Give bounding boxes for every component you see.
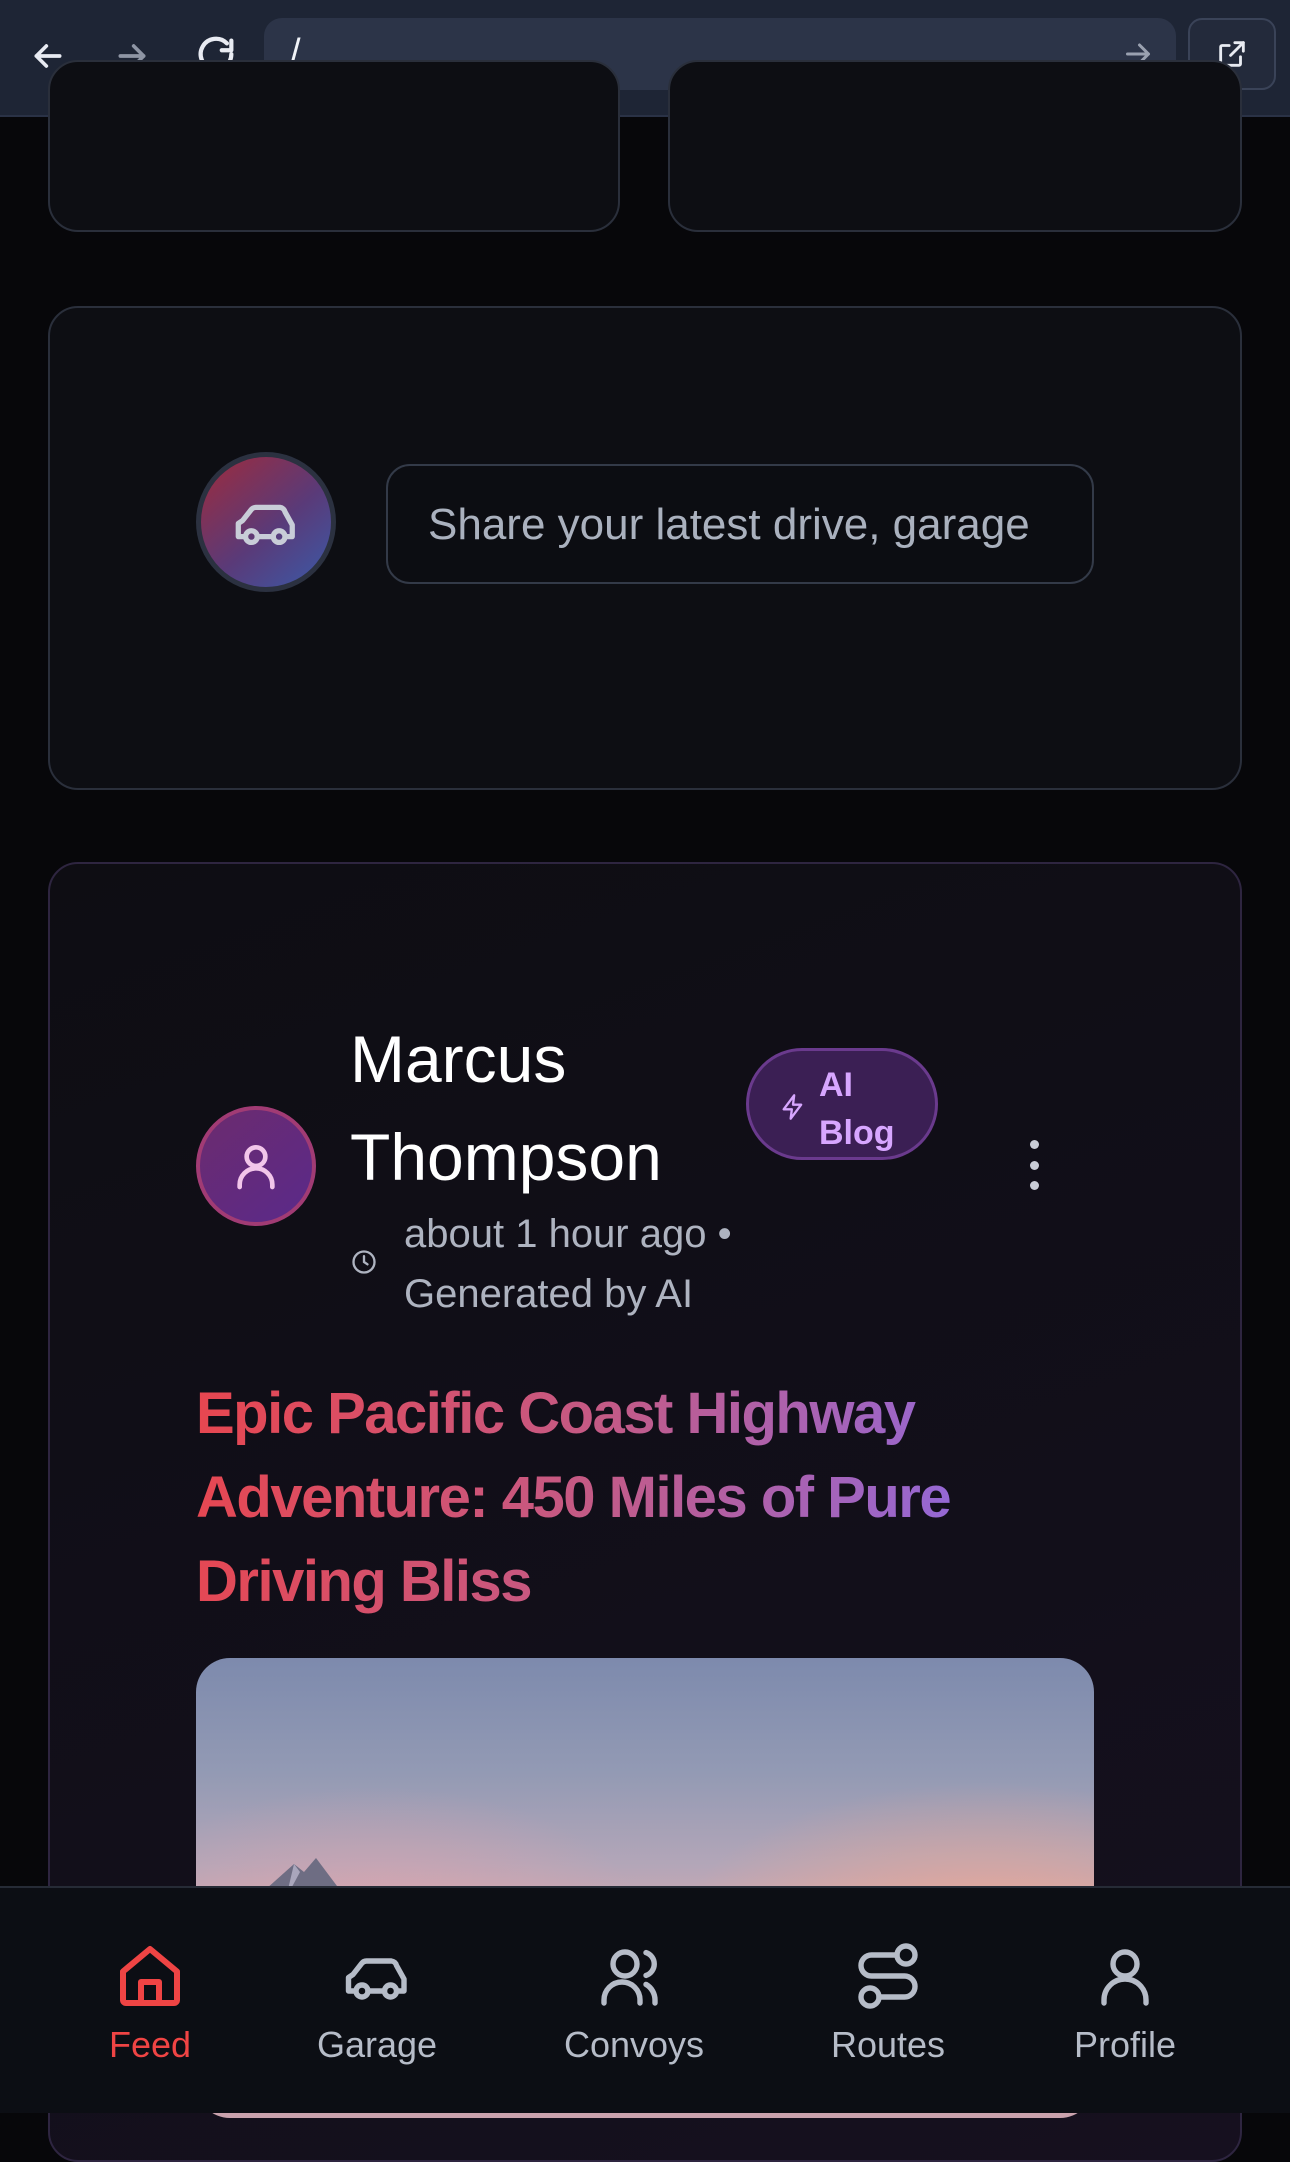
lightning-icon (782, 1094, 803, 1120)
user-icon (1101, 1949, 1149, 2006)
nav-label-garage: Garage (316, 2024, 438, 2065)
bottom-navigation: Feed Garage Convoys Routes Profile (0, 1886, 1290, 2113)
car-icon (235, 504, 295, 546)
nav-item-convoys[interactable]: Convoys (534, 1888, 734, 2113)
stat-card (668, 60, 1242, 232)
users-icon (601, 1949, 658, 2006)
composer-placeholder: Share your latest drive, garage (428, 500, 1030, 549)
composer-input[interactable]: Share your latest drive, garage (386, 464, 1094, 584)
author-avatar[interactable] (196, 1106, 316, 1226)
nav-label-feed: Feed (108, 2024, 192, 2065)
nav-label-routes: Routes (830, 2024, 946, 2065)
nav-item-feed[interactable]: Feed (50, 1888, 250, 2113)
nav-item-profile[interactable]: Profile (1025, 1888, 1225, 2113)
nav-label-profile: Profile (1073, 2024, 1177, 2065)
post-options-button[interactable] (1016, 1140, 1052, 1190)
nav-item-garage[interactable]: Garage (277, 1888, 477, 2113)
user-icon (237, 1145, 275, 1190)
clock-icon (352, 1250, 376, 1274)
composer-avatar (196, 452, 336, 592)
nav-label-convoys: Convoys (563, 2024, 705, 2065)
nav-item-routes[interactable]: Routes (788, 1888, 988, 2113)
home-icon (120, 1946, 180, 2006)
route-icon (858, 1943, 918, 2009)
post-title[interactable]: Epic Pacific Coast Highway Adventure: 45… (196, 1372, 1076, 1624)
author-name[interactable]: Marcus Thompson (350, 1010, 680, 1206)
post-meta: about 1 hour ago • Generated by AI (404, 1212, 732, 1316)
car-icon (345, 1958, 407, 2000)
stat-card (48, 60, 620, 232)
ai-blog-badge: AI Blog (746, 1048, 938, 1160)
more-dots-icon (1029, 1140, 1039, 1149)
ai-badge-label: AI Blog (819, 1066, 895, 1152)
